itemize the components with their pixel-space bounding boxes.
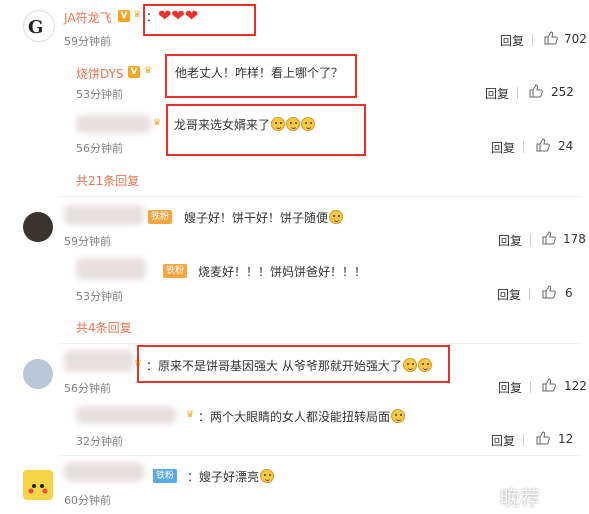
comment-text: ：两个大眼睛的女人都没能扭转局面 bbox=[198, 408, 406, 425]
verified-icon: V bbox=[128, 66, 140, 78]
divider bbox=[530, 234, 531, 246]
user-name[interactable]: JA符龙飞 bbox=[64, 9, 112, 26]
more-replies-link[interactable]: 共21条回复 bbox=[76, 172, 139, 189]
reply-button[interactable]: 回复 bbox=[500, 32, 524, 49]
highlight-box bbox=[165, 54, 357, 98]
level-icon: ♛ bbox=[144, 66, 153, 76]
divider-line bbox=[60, 343, 580, 344]
avatar[interactable] bbox=[23, 470, 53, 500]
divider-line bbox=[60, 196, 580, 197]
comment-text: 烧麦好！！！饼妈饼爸好！！！ bbox=[198, 265, 367, 279]
divider bbox=[529, 288, 530, 300]
verified-icon: V bbox=[118, 10, 130, 22]
fan-badge: 铁粉 bbox=[163, 264, 188, 278]
more-replies-link[interactable]: 共4条回复 bbox=[76, 319, 132, 336]
comment-text: ：嫂子好漂亮 bbox=[187, 468, 275, 485]
highlight-box bbox=[143, 4, 256, 36]
divider bbox=[523, 434, 524, 446]
blurred-name bbox=[64, 205, 144, 225]
timestamp: 56分钟前 bbox=[76, 142, 123, 155]
timestamp: 53分钟前 bbox=[76, 88, 123, 101]
pikachu-icon bbox=[28, 484, 48, 494]
logo-icon: G bbox=[28, 17, 43, 38]
avatar[interactable] bbox=[23, 212, 53, 242]
thumbs-up-icon[interactable] bbox=[529, 84, 543, 98]
level-icon: ♛ bbox=[153, 118, 162, 128]
blurred-name bbox=[64, 462, 144, 482]
svg-text:G: G bbox=[28, 17, 43, 38]
divider bbox=[530, 381, 531, 393]
avatar[interactable] bbox=[23, 359, 53, 389]
reply-button[interactable]: 回复 bbox=[498, 232, 522, 249]
divider-line bbox=[60, 455, 580, 456]
highlight-box bbox=[166, 104, 366, 156]
timestamp: 53分钟前 bbox=[76, 290, 123, 303]
user-name[interactable]: 烧饼DYS bbox=[76, 65, 124, 82]
blurred-name bbox=[76, 115, 151, 133]
highlight-box bbox=[137, 345, 450, 383]
divider bbox=[523, 141, 524, 153]
comment-body: 嫂子好漂亮 bbox=[199, 470, 260, 484]
reply-button[interactable]: 回复 bbox=[491, 139, 515, 156]
timestamp: 60分钟前 bbox=[64, 494, 111, 507]
like-count: 24 bbox=[558, 139, 574, 153]
comment-body: 嫂子好！饼干好！饼子随便 bbox=[184, 211, 329, 225]
fan-badge: 铁粉 bbox=[153, 469, 178, 483]
reply-button[interactable]: 回复 bbox=[498, 379, 522, 396]
like-count: 122 bbox=[564, 379, 587, 393]
reply-button[interactable]: 回复 bbox=[491, 432, 515, 449]
like-count: 252 bbox=[551, 85, 574, 99]
fan-badge: 铁粉 bbox=[148, 210, 173, 224]
thumbs-up-icon[interactable] bbox=[542, 231, 556, 245]
comment-text: 嫂子好！饼干好！饼子随便 bbox=[184, 209, 344, 226]
timestamp: 32分钟前 bbox=[76, 435, 123, 448]
like-count: 178 bbox=[563, 232, 586, 246]
thumbs-up-icon[interactable] bbox=[536, 431, 550, 445]
thumbs-up-icon[interactable] bbox=[536, 138, 550, 152]
reply-button[interactable]: 回复 bbox=[485, 85, 509, 102]
blurred-name bbox=[64, 350, 134, 372]
comment-body: 两个大眼睛的女人都没能扭转局面 bbox=[210, 410, 391, 424]
thumbs-up-icon[interactable] bbox=[542, 285, 556, 299]
like-count: 6 bbox=[565, 286, 573, 300]
blurred-name bbox=[76, 406, 176, 424]
reply-button[interactable]: 回复 bbox=[497, 286, 521, 303]
thumbs-up-icon[interactable] bbox=[544, 31, 558, 45]
like-count: 12 bbox=[558, 432, 574, 446]
blurred-name bbox=[76, 258, 146, 280]
divider bbox=[532, 34, 533, 46]
like-count: 702 bbox=[564, 32, 587, 46]
dog-emoji-icon bbox=[329, 210, 344, 224]
cat-emoji-icon bbox=[260, 469, 275, 483]
divider bbox=[517, 87, 518, 99]
watermark: 晚荐 bbox=[500, 486, 540, 510]
thumbs-up-icon[interactable] bbox=[542, 378, 556, 392]
avatar[interactable]: G bbox=[23, 10, 55, 42]
timestamp: 56分钟前 bbox=[64, 382, 111, 395]
timestamp: 59分钟前 bbox=[64, 235, 111, 248]
timestamp: 59分钟前 bbox=[64, 35, 111, 48]
laughing-emoji-icon bbox=[391, 409, 406, 423]
